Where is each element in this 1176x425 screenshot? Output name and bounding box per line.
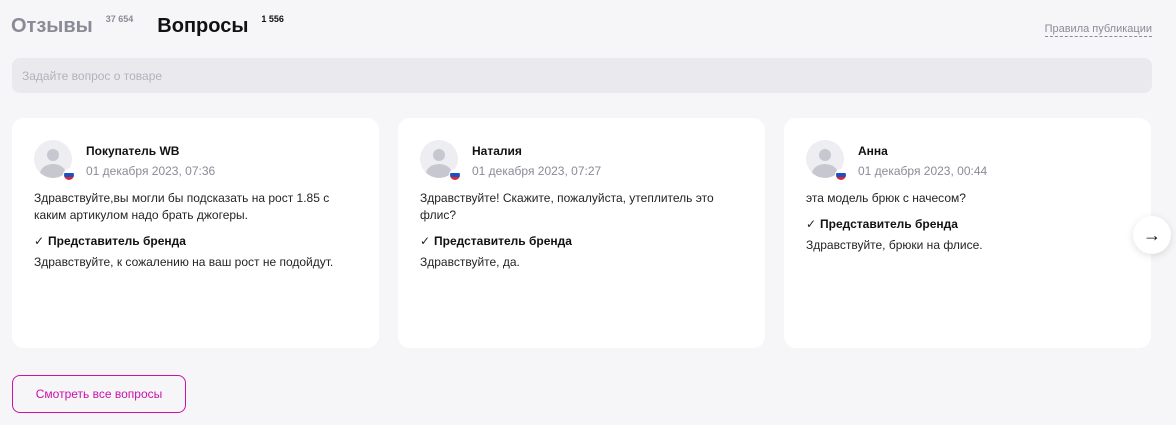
answer-header: ✓ Представитель бренда — [34, 234, 357, 248]
avatar — [34, 140, 75, 181]
tab-questions-label: Вопросы — [157, 15, 249, 37]
check-icon: ✓ — [34, 234, 45, 248]
russia-flag-icon — [63, 169, 75, 181]
tab-reviews-count: 37 654 — [105, 14, 134, 24]
question-header: Наталия 01 декабря 2023, 07:27 — [420, 140, 743, 181]
question-text: Здравствуйте! Скажите, пожалуйста, утепл… — [420, 191, 714, 222]
tab-reviews[interactable]: Отзывы 37 654 — [11, 12, 133, 40]
question-card: Наталия 01 декабря 2023, 07:27 Здравству… — [398, 118, 765, 348]
answer-author: Представитель бренда — [434, 234, 572, 248]
avatar — [806, 140, 847, 181]
question-text: эта модель брюк с начесом? — [806, 191, 966, 205]
carousel-next-button[interactable]: → — [1133, 216, 1171, 254]
question-text: Здравствуйте,вы могли бы подсказать на р… — [34, 191, 330, 222]
publication-rules-link[interactable]: Правила публикации — [1044, 22, 1152, 37]
question-date: 01 декабря 2023, 00:44 — [858, 164, 988, 178]
answer-author: Представитель бренда — [820, 217, 958, 231]
russia-flag-icon — [449, 169, 461, 181]
author-name: Анна — [858, 144, 888, 158]
question-date: 01 декабря 2023, 07:36 — [86, 164, 216, 178]
arrow-right-icon: → — [1143, 224, 1161, 245]
question-date: 01 декабря 2023, 07:27 — [472, 164, 602, 178]
avatar — [420, 140, 461, 181]
section-tabs: Отзывы 37 654 Вопросы 1 556 — [11, 12, 308, 40]
ask-question-input[interactable] — [12, 58, 1152, 93]
questions-carousel: Покупатель WB 01 декабря 2023, 07:36 Здр… — [12, 118, 1170, 348]
question-header: Покупатель WB 01 декабря 2023, 07:36 — [34, 140, 357, 181]
answer-header: ✓ Представитель бренда — [806, 217, 1129, 231]
author-name: Покупатель WB — [86, 144, 180, 158]
answer-author: Представитель бренда — [48, 234, 186, 248]
answer-text: Здравствуйте, брюки на флисе. — [806, 238, 983, 252]
answer-header: ✓ Представитель бренда — [420, 234, 743, 248]
questions-section: Отзывы 37 654 Вопросы 1 556 Правила публ… — [0, 0, 1176, 425]
question-card: Анна 01 декабря 2023, 00:44 эта модель б… — [784, 118, 1151, 348]
answer-text: Здравствуйте, к сожалению на ваш рост не… — [34, 255, 334, 269]
russia-flag-icon — [835, 169, 847, 181]
check-icon: ✓ — [806, 217, 817, 231]
question-card: Покупатель WB 01 декабря 2023, 07:36 Здр… — [12, 118, 379, 348]
answer-text: Здравствуйте, да. — [420, 255, 520, 269]
question-header: Анна 01 декабря 2023, 00:44 — [806, 140, 1129, 181]
tab-questions[interactable]: Вопросы 1 556 — [157, 12, 284, 40]
show-all-questions-button[interactable]: Смотреть все вопросы — [12, 375, 186, 413]
check-icon: ✓ — [420, 234, 431, 248]
tab-questions-count: 1 556 — [261, 14, 284, 24]
author-info: Наталия 01 декабря 2023, 07:27 — [472, 143, 601, 179]
author-name: Наталия — [472, 144, 522, 158]
tab-reviews-label: Отзывы — [11, 15, 93, 37]
author-info: Покупатель WB 01 декабря 2023, 07:36 — [86, 143, 215, 179]
author-info: Анна 01 декабря 2023, 00:44 — [858, 143, 987, 179]
